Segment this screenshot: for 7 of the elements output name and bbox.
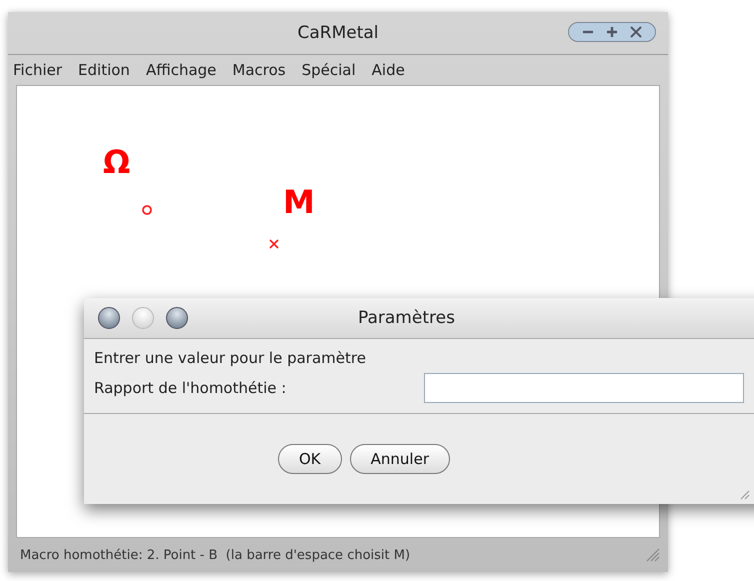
dialog-title: Paramètres (358, 308, 455, 328)
window-title: CaRMetal (297, 23, 379, 43)
dialog-message: Entrer une valeur pour le paramètre (94, 349, 367, 367)
point-label: M (283, 186, 315, 218)
status-text: Macro homothétie: 2. Point - B (la barre d'espace choisit M) (20, 548, 410, 562)
point-label: Ω (103, 146, 130, 178)
field-label: Rapport de l'homothétie : (94, 379, 288, 397)
